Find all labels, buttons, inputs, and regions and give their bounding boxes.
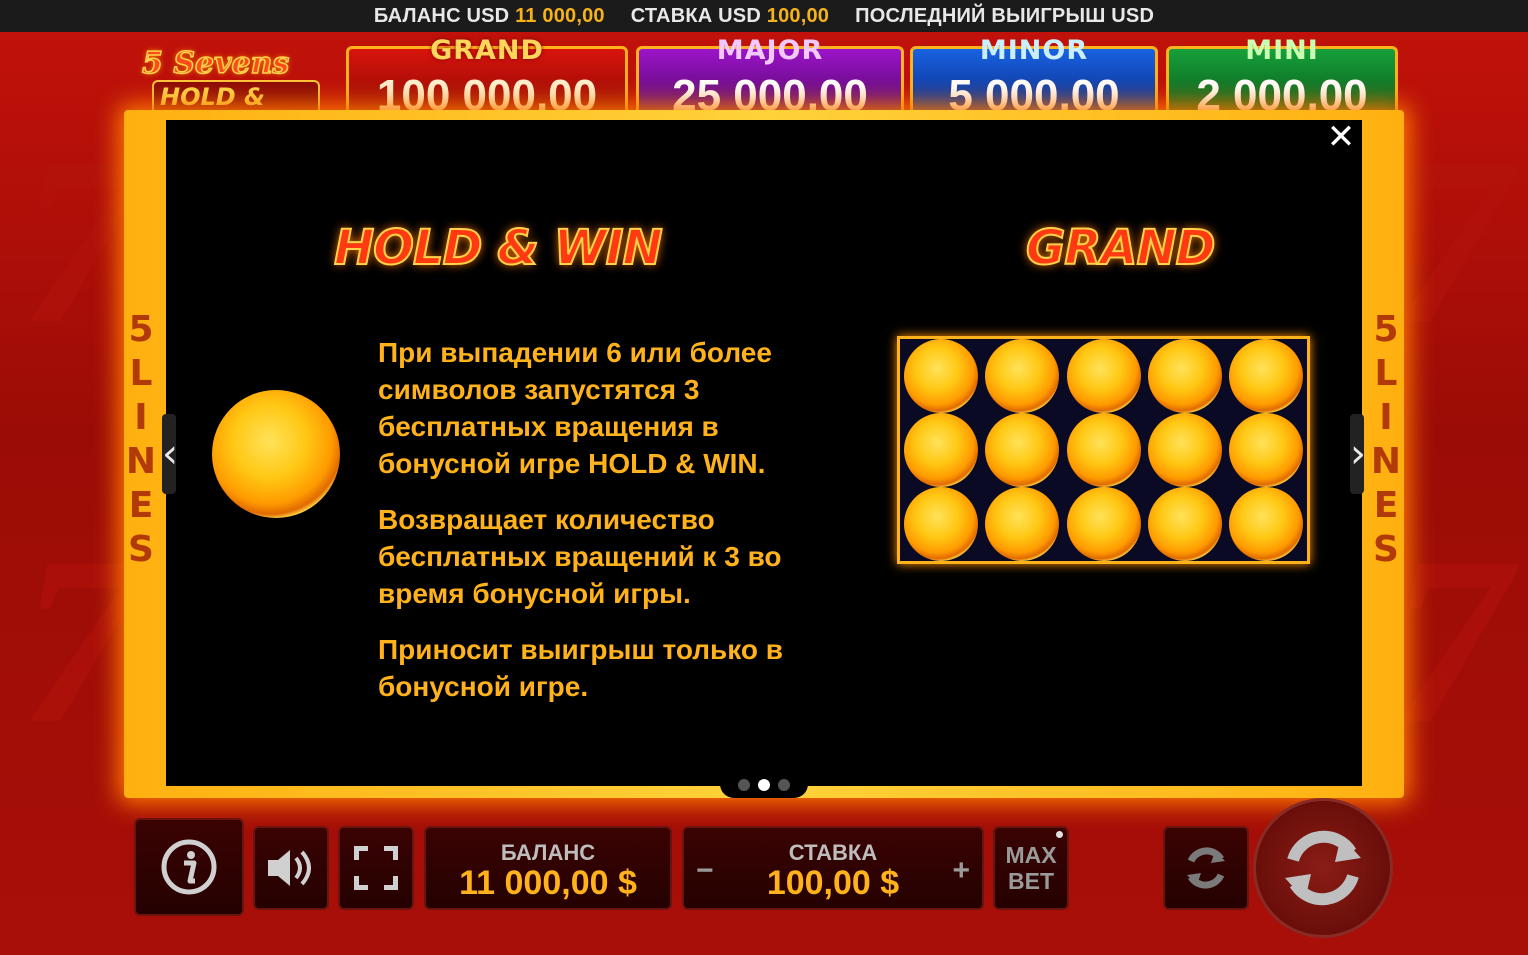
- jackpot-minor: MINOR 5 000,00: [910, 35, 1158, 120]
- background-seven-decoration: 7: [1390, 507, 1510, 773]
- bet-value: 100,00 $: [766, 864, 900, 902]
- close-icon[interactable]: ✕: [1326, 120, 1356, 154]
- jackpot-grand: GRAND 100 000,00: [346, 35, 628, 120]
- bet-increase-button[interactable]: +: [952, 854, 970, 888]
- chevron-right-icon[interactable]: ›: [1350, 414, 1366, 494]
- side-label-char: E: [128, 485, 154, 526]
- fullscreen-button[interactable]: [338, 826, 414, 910]
- balance-display: БАЛАНС 11 000,00 $: [424, 826, 672, 910]
- info-button[interactable]: [134, 818, 244, 916]
- hold-and-win-title: HOLD & WIN: [333, 219, 664, 277]
- background-seven-decoration: 7: [20, 507, 140, 773]
- grid-coin-icon: [1229, 487, 1304, 561]
- paytable-paragraph-2: Возвращает количество бесплатных вращени…: [378, 504, 782, 609]
- grid-coin-icon: [1147, 339, 1222, 413]
- page-dot[interactable]: [778, 779, 790, 791]
- side-label-char: L: [1374, 353, 1398, 394]
- max-bet-indicator: [1056, 831, 1063, 838]
- paytable-paragraph-3: Приносит выигрыш только в бонусной игре.: [378, 634, 783, 702]
- grid-coin-icon: [1066, 487, 1141, 561]
- info-icon: [136, 820, 242, 914]
- grid-coin-icon: [903, 339, 978, 413]
- side-label-char: E: [1373, 485, 1399, 526]
- coin-symbol-icon: [212, 390, 340, 518]
- side-label-right: 5 L I N E S: [1369, 308, 1403, 572]
- max-bet-button[interactable]: MAX BET: [993, 826, 1069, 910]
- jackpot-minor-label: MINOR: [979, 35, 1089, 66]
- side-label-char: N: [1370, 441, 1402, 482]
- spin-icon: [1256, 801, 1390, 935]
- logo-title: 5 Sevens: [141, 45, 290, 82]
- side-label-left: 5 L I N E S: [124, 308, 158, 572]
- max-bet-line1: MAX: [1005, 842, 1057, 868]
- side-label-char: 5: [128, 309, 154, 350]
- grid-coin-icon: [1066, 339, 1141, 413]
- top-bet: СТАВКА USD 100,00: [631, 5, 829, 28]
- top-balance: БАЛАНС USD 11 000,00: [374, 5, 605, 28]
- game-logo: 5 Sevens HOLD & WIN: [134, 45, 320, 144]
- max-bet-label: MAX BET: [995, 828, 1067, 908]
- page-dot-active[interactable]: [758, 779, 770, 791]
- grid-coin-icon: [903, 487, 978, 561]
- bet-control: − СТАВКА 100,00 $ +: [682, 826, 984, 910]
- grid-coin-icon: [985, 413, 1060, 487]
- grid-coin-icon: [1147, 487, 1222, 561]
- jackpot-mini-label: MINI: [1245, 35, 1319, 66]
- jackpot-grand-label: GRAND: [430, 35, 544, 66]
- fullscreen-icon: [340, 828, 412, 908]
- background-seven-decoration: 7: [1390, 107, 1510, 373]
- page-dot[interactable]: [738, 779, 750, 791]
- side-label-char: 5: [1373, 309, 1399, 350]
- balance-value: 11 000,00 $: [459, 864, 637, 902]
- chevron-left-icon[interactable]: ‹: [162, 414, 178, 494]
- grid-coin-icon: [1147, 413, 1222, 487]
- grid-coin-icon: [1066, 413, 1141, 487]
- side-label-char: N: [125, 441, 157, 482]
- side-label-char: I: [134, 397, 148, 438]
- top-last-win: ПОСЛЕДНИЙ ВЫИГРЫШ USD: [855, 4, 1155, 27]
- grid-coin-icon: [985, 339, 1060, 413]
- top-status-bar: БАЛАНС USD 11 000,00 СТАВКА USD 100,00 П…: [0, 0, 1528, 32]
- grid-coin-icon: [1229, 413, 1304, 487]
- top-balance-label: БАЛАНС USD: [373, 4, 510, 27]
- jackpot-mini: MINI 2 000,00: [1166, 35, 1398, 120]
- sound-icon: [255, 828, 327, 908]
- autoplay-icon: [1165, 828, 1247, 908]
- grand-coin-grid: [897, 336, 1310, 564]
- side-label-char: I: [1379, 397, 1393, 438]
- top-balance-value: 11 000,00: [515, 4, 605, 27]
- top-bet-label: СТАВКА USD: [630, 4, 761, 27]
- page-indicator: [720, 772, 808, 798]
- paytable-paragraph-1: При выпадении 6 или более символов запус…: [378, 337, 772, 479]
- grid-coin-icon: [985, 487, 1060, 561]
- background-seven-decoration: 7: [20, 107, 140, 373]
- grid-coin-icon: [1229, 339, 1304, 413]
- side-label-char: S: [1373, 529, 1399, 570]
- max-bet-line2: BET: [1008, 868, 1054, 894]
- spin-button[interactable]: [1253, 798, 1393, 938]
- sound-button[interactable]: [253, 826, 329, 910]
- grand-title: GRAND: [1025, 219, 1217, 277]
- top-bet-value: 100,00: [766, 4, 830, 27]
- jackpot-major: MAJOR 25 000,00: [636, 35, 904, 120]
- grid-coin-icon: [903, 413, 978, 487]
- bet-title: СТАВКА: [788, 840, 878, 865]
- balance-title: БАЛАНС: [500, 840, 596, 865]
- side-label-char: S: [128, 529, 154, 570]
- jackpot-major-label: MAJOR: [716, 35, 824, 66]
- side-label-char: L: [129, 353, 153, 394]
- autoplay-button[interactable]: [1163, 826, 1249, 910]
